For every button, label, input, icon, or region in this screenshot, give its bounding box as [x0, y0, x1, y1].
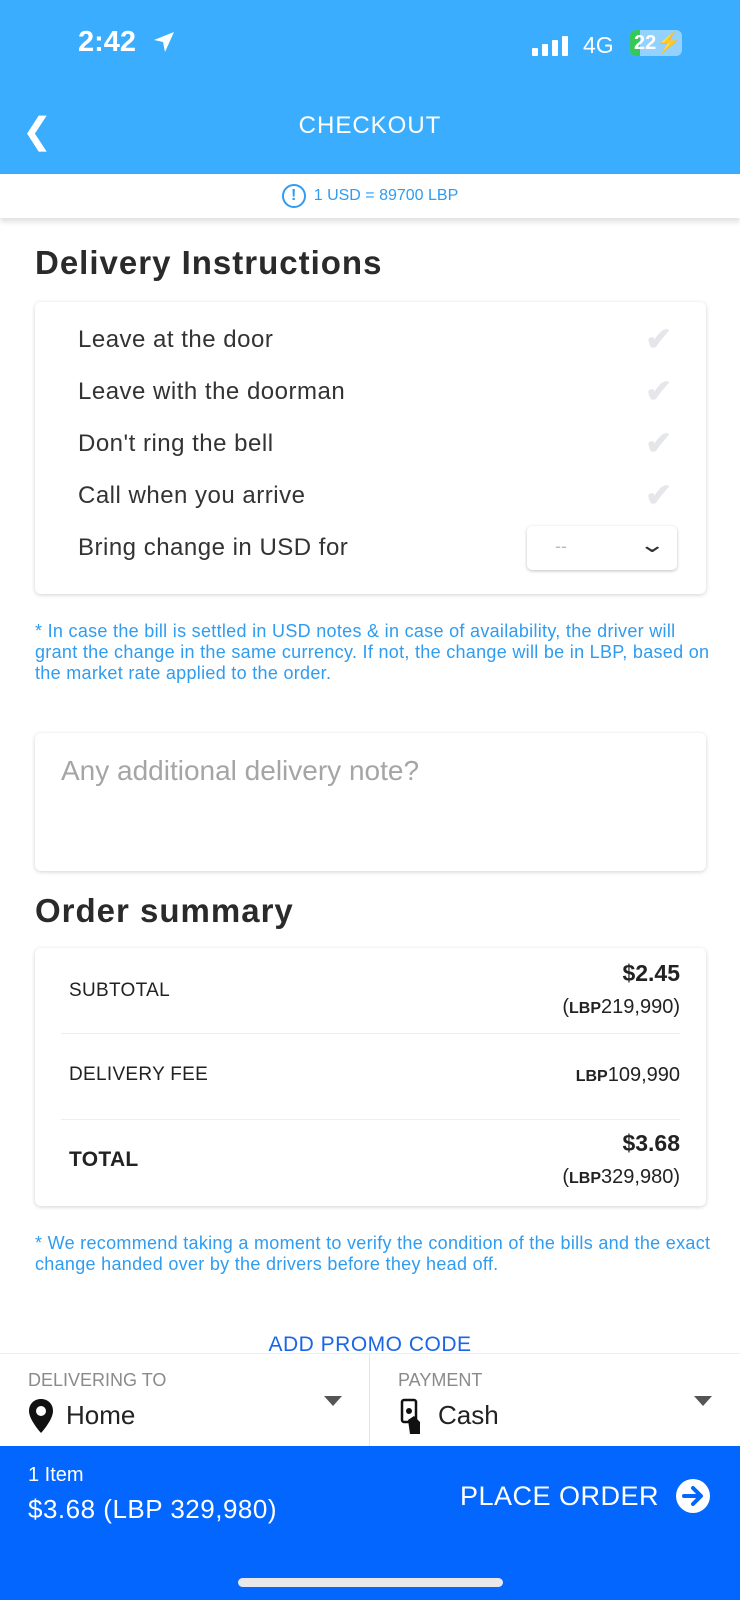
exchange-rate-banner: ! 1 USD = 89700 LBP [0, 174, 740, 218]
total-label: TOTAL [69, 1148, 139, 1171]
total-usd: $3.68 [622, 1130, 680, 1156]
change-amount-select[interactable]: -- ⌄ [527, 526, 677, 570]
delivery-payment-bar: DELIVERING TO Home PAYMENT Cash [0, 1353, 740, 1446]
delivery-note-placeholder: Any additional delivery note? [61, 755, 420, 786]
network-type: 4G [583, 32, 614, 58]
delivery-instructions-heading: Delivery Instructions [35, 244, 383, 281]
delivery-note-input[interactable]: Any additional delivery note? [35, 733, 706, 871]
option-call[interactable]: Call when you arrive [78, 482, 305, 510]
exchange-rate-text: 1 USD = 89700 LBP [313, 187, 459, 204]
add-promo-code-link[interactable]: ADD PROMO CODE [0, 1333, 740, 1355]
checkmark-icon[interactable]: ✔ [645, 424, 672, 462]
checkmark-icon[interactable]: ✔ [645, 476, 672, 514]
delivery-options-card: Leave at the door ✔ Leave with the doorm… [35, 302, 706, 594]
delivering-to-selector[interactable]: DELIVERING TO Home [0, 1354, 369, 1446]
subtotal-label: SUBTOTAL [69, 980, 170, 1001]
checkmark-icon[interactable]: ✔ [645, 372, 672, 410]
info-icon: ! [281, 184, 306, 208]
status-time: 2:42 [78, 26, 137, 58]
battery-level: 22 [634, 32, 657, 54]
subtotal-lbp: (LBP219,990) [562, 996, 680, 1018]
chevron-down-icon: ⌄ [637, 532, 666, 557]
dropdown-arrow-icon [324, 1396, 342, 1406]
signal-icon [532, 36, 568, 56]
delivery-fee-label: DELIVERY FEE [69, 1064, 209, 1085]
option-doorman[interactable]: Leave with the doorman [78, 378, 345, 406]
payment-value: Cash [438, 1400, 499, 1430]
change-amount-value: -- [555, 536, 567, 556]
change-label: Bring change in USD for [78, 534, 349, 561]
bills-disclaimer: * We recommend taking a moment to verify… [35, 1233, 711, 1274]
change-disclaimer: * In case the bill is settled in USD not… [35, 621, 710, 683]
total-lbp: (LBP329,980) [562, 1166, 680, 1188]
dropdown-arrow-icon [694, 1396, 712, 1406]
item-count: 1 Item [28, 1464, 84, 1486]
delivering-to-value: Home [66, 1400, 136, 1430]
footer-total: $3.68 (LBP 329,980) [28, 1494, 277, 1524]
home-indicator[interactable] [238, 1578, 503, 1587]
place-order-button[interactable]: PLACE ORDER [460, 1474, 711, 1518]
payment-selector[interactable]: PAYMENT Cash [370, 1354, 740, 1446]
page-title: CHECKOUT [298, 112, 442, 139]
checkmark-icon[interactable]: ✔ [645, 320, 672, 358]
map-pin-icon [29, 1399, 53, 1433]
order-summary-heading: Order summary [35, 892, 294, 929]
order-summary-card: SUBTOTAL $2.45 (LBP219,990) DELIVERY FEE… [35, 948, 706, 1206]
subtotal-usd: $2.45 [622, 960, 680, 986]
payment-label: PAYMENT [398, 1370, 483, 1390]
option-no-bell[interactable]: Don't ring the bell [78, 430, 274, 458]
delivery-fee-lbp: LBP109,990 [575, 1064, 680, 1086]
battery-icon: 22⚡ [630, 30, 682, 56]
app-header: 2:42 4G 22⚡ ❮ CHECKOUT [0, 0, 740, 174]
checkout-footer: 1 Item $3.68 (LBP 329,980) PLACE ORDER [0, 1446, 740, 1600]
delivering-to-label: DELIVERING TO [28, 1370, 167, 1390]
option-leave-door[interactable]: Leave at the door [78, 326, 273, 354]
cash-hand-icon [400, 1398, 420, 1434]
arrow-right-circle-icon [676, 1479, 711, 1513]
place-order-label: PLACE ORDER [460, 1480, 660, 1511]
location-arrow-icon [154, 32, 174, 52]
